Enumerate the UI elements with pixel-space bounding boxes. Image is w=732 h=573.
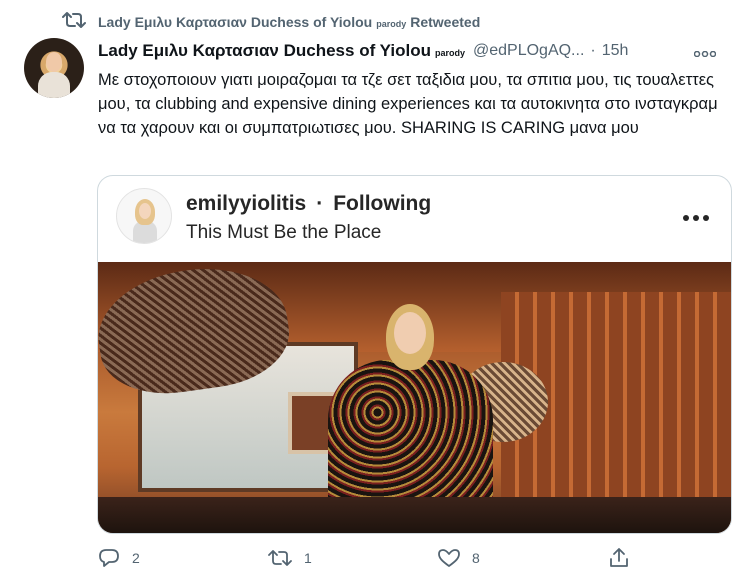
author-handle[interactable]: @edPLOgAQ... <box>473 42 584 60</box>
tweet-text: Με στοχοποιουν γιατι μοιραζομαι τα τζε σ… <box>98 71 718 137</box>
retweeter-parody-badge: parody <box>376 19 407 29</box>
instagram-username: emilyyiolitis <box>186 192 307 215</box>
retweet-label[interactable]: Lady Εμιλυ Καρτασιαν Duchess of Yiolou pa… <box>98 14 480 30</box>
retweet-count: 1 <box>304 550 312 566</box>
post-photo[interactable] <box>98 262 731 533</box>
tweet-actions: 2 1 8 <box>98 546 658 570</box>
separator-dot: · <box>590 42 596 59</box>
retweet-button[interactable]: 1 <box>268 548 438 568</box>
heart-icon <box>438 548 460 568</box>
media-card[interactable]: emilyyiolitis · Following This Must Be t… <box>97 175 732 534</box>
tweet-header: Lady Εμιλυ Καρτασιαν Duchess of Yiolou pa… <box>98 38 722 64</box>
like-count: 8 <box>472 550 480 566</box>
instagram-location: This Must Be the Place <box>186 222 382 243</box>
more-icon[interactable] <box>693 40 717 63</box>
retweet-context: Lady Εμιλυ Καρτασιαν Duchess of Yiolou pa… <box>62 8 480 36</box>
instagram-header: emilyyiolitis · Following This Must Be t… <box>98 176 731 262</box>
instagram-follow-state: Following <box>333 192 432 215</box>
like-button[interactable]: 8 <box>438 548 608 568</box>
author-parody-badge: parody <box>434 48 465 58</box>
retweet-action-icon <box>268 548 292 568</box>
avatar[interactable] <box>24 38 84 98</box>
retweeted-suffix: Retweeted <box>410 14 481 30</box>
reply-count: 2 <box>132 550 140 566</box>
share-icon <box>608 547 630 569</box>
timestamp[interactable]: 15h <box>602 42 629 60</box>
retweeter-name[interactable]: Lady Εμιλυ Καρτασιαν Duchess of Yiolou <box>98 14 372 30</box>
author-name-block[interactable]: Lady Εμιλυ Καρτασιαν Duchess of Yiolou pa… <box>98 41 465 61</box>
reply-button[interactable]: 2 <box>98 548 268 568</box>
instagram-more-icon <box>683 200 709 228</box>
instagram-avatar <box>116 188 172 244</box>
instagram-user-line: emilyyiolitis · Following <box>186 192 431 216</box>
share-button[interactable] <box>608 547 630 569</box>
author-name[interactable]: Lady Εμιλυ Καρτασιαν Duchess of Yiolou <box>98 41 431 61</box>
reply-icon <box>98 548 120 568</box>
instagram-separator: · <box>316 192 324 215</box>
retweet-icon <box>62 10 86 35</box>
